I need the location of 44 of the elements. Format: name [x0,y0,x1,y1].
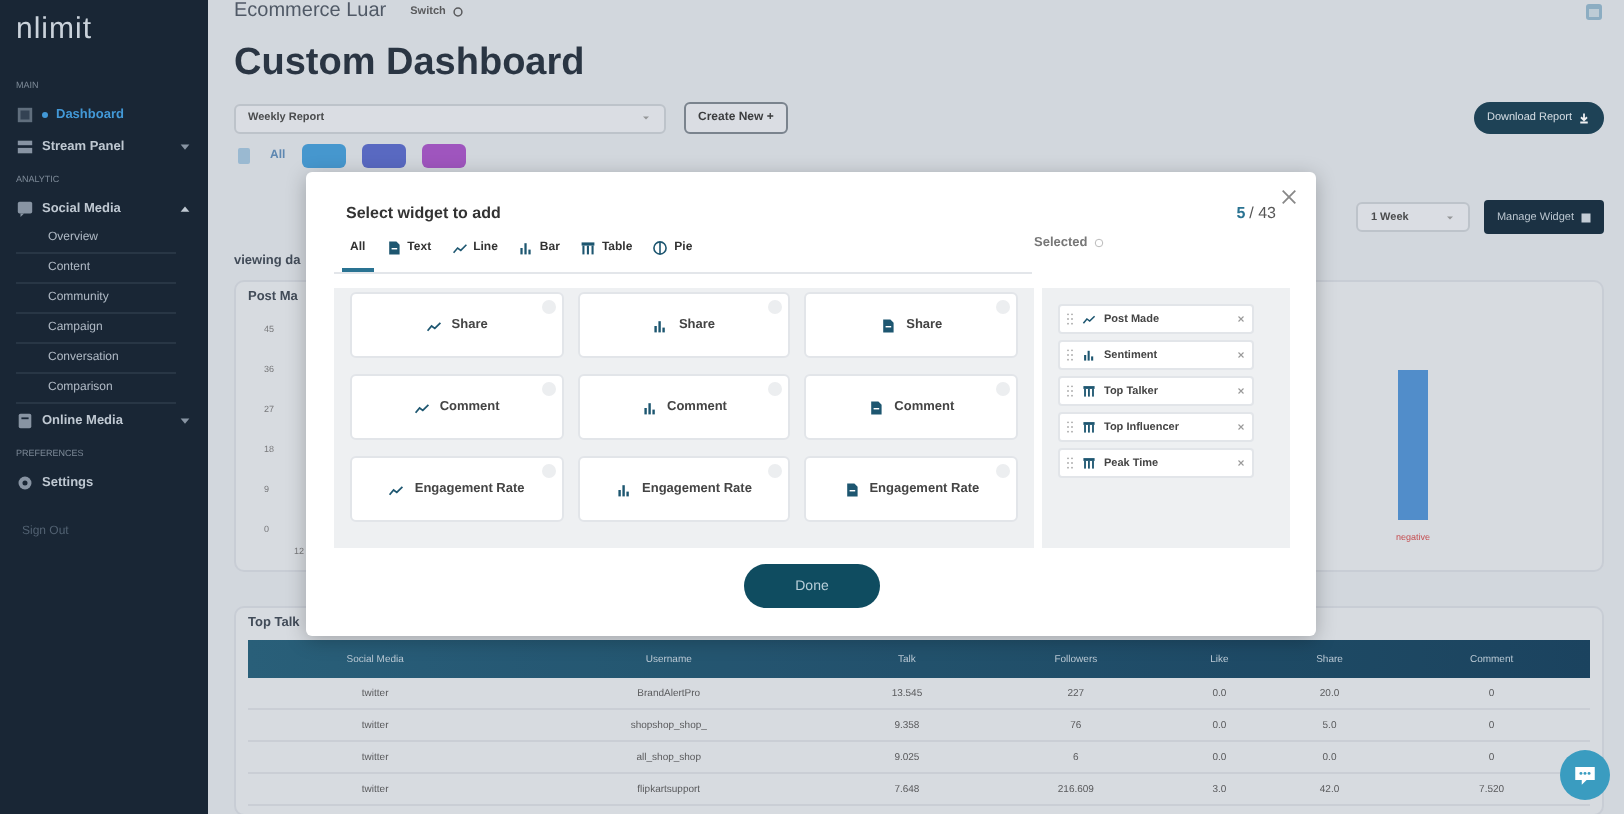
document-icon [16,411,34,429]
line-chart-icon [425,317,442,333]
remove-icon[interactable] [1236,458,1246,468]
document-icon [385,240,402,256]
download-icon [1578,112,1590,124]
panel-icon [16,137,34,155]
filter-chip[interactable] [361,144,406,168]
table-icon [1082,384,1096,398]
line-chart-icon [1082,312,1096,326]
line-chart-icon [388,481,405,497]
switch-icon [451,5,464,17]
workspace-title: Ecommerce Luar [234,0,387,22]
chat-icon [16,199,34,217]
close-icon[interactable] [1280,188,1298,206]
filter-chip[interactable] [421,144,466,168]
bar-chart-icon [641,399,657,415]
caret-icon [640,112,652,124]
filter-chip[interactable] [301,144,346,168]
dialog-title: Select widget to add [346,204,501,222]
remove-icon[interactable] [1236,422,1246,432]
pie-chart-icon [652,240,669,256]
chat-icon [1572,762,1598,788]
line-chart-icon [413,399,430,415]
logo: nlimit [16,12,95,46]
selection-total: / 43 [1249,204,1276,222]
table-icon [1082,456,1096,470]
page-title: Custom Dashboard [234,42,587,86]
bar-chart-icon [1082,348,1096,362]
info-icon [1093,238,1104,248]
document-icon [843,481,860,497]
remove-icon[interactable] [1236,314,1246,324]
bar-chart-icon [616,481,633,497]
remove-icon[interactable] [1236,386,1246,396]
bar-chart-icon [652,317,669,333]
line-chart-icon [451,240,468,256]
document-icon [880,317,897,333]
table-icon [579,240,596,256]
table-icon [1082,420,1096,434]
remove-icon[interactable] [1236,350,1246,360]
document-icon [868,399,885,415]
selection-count: 5 [1236,204,1246,222]
caret-icon [1444,211,1457,223]
settings-icon [16,473,34,491]
bar-chart-icon [517,240,534,256]
